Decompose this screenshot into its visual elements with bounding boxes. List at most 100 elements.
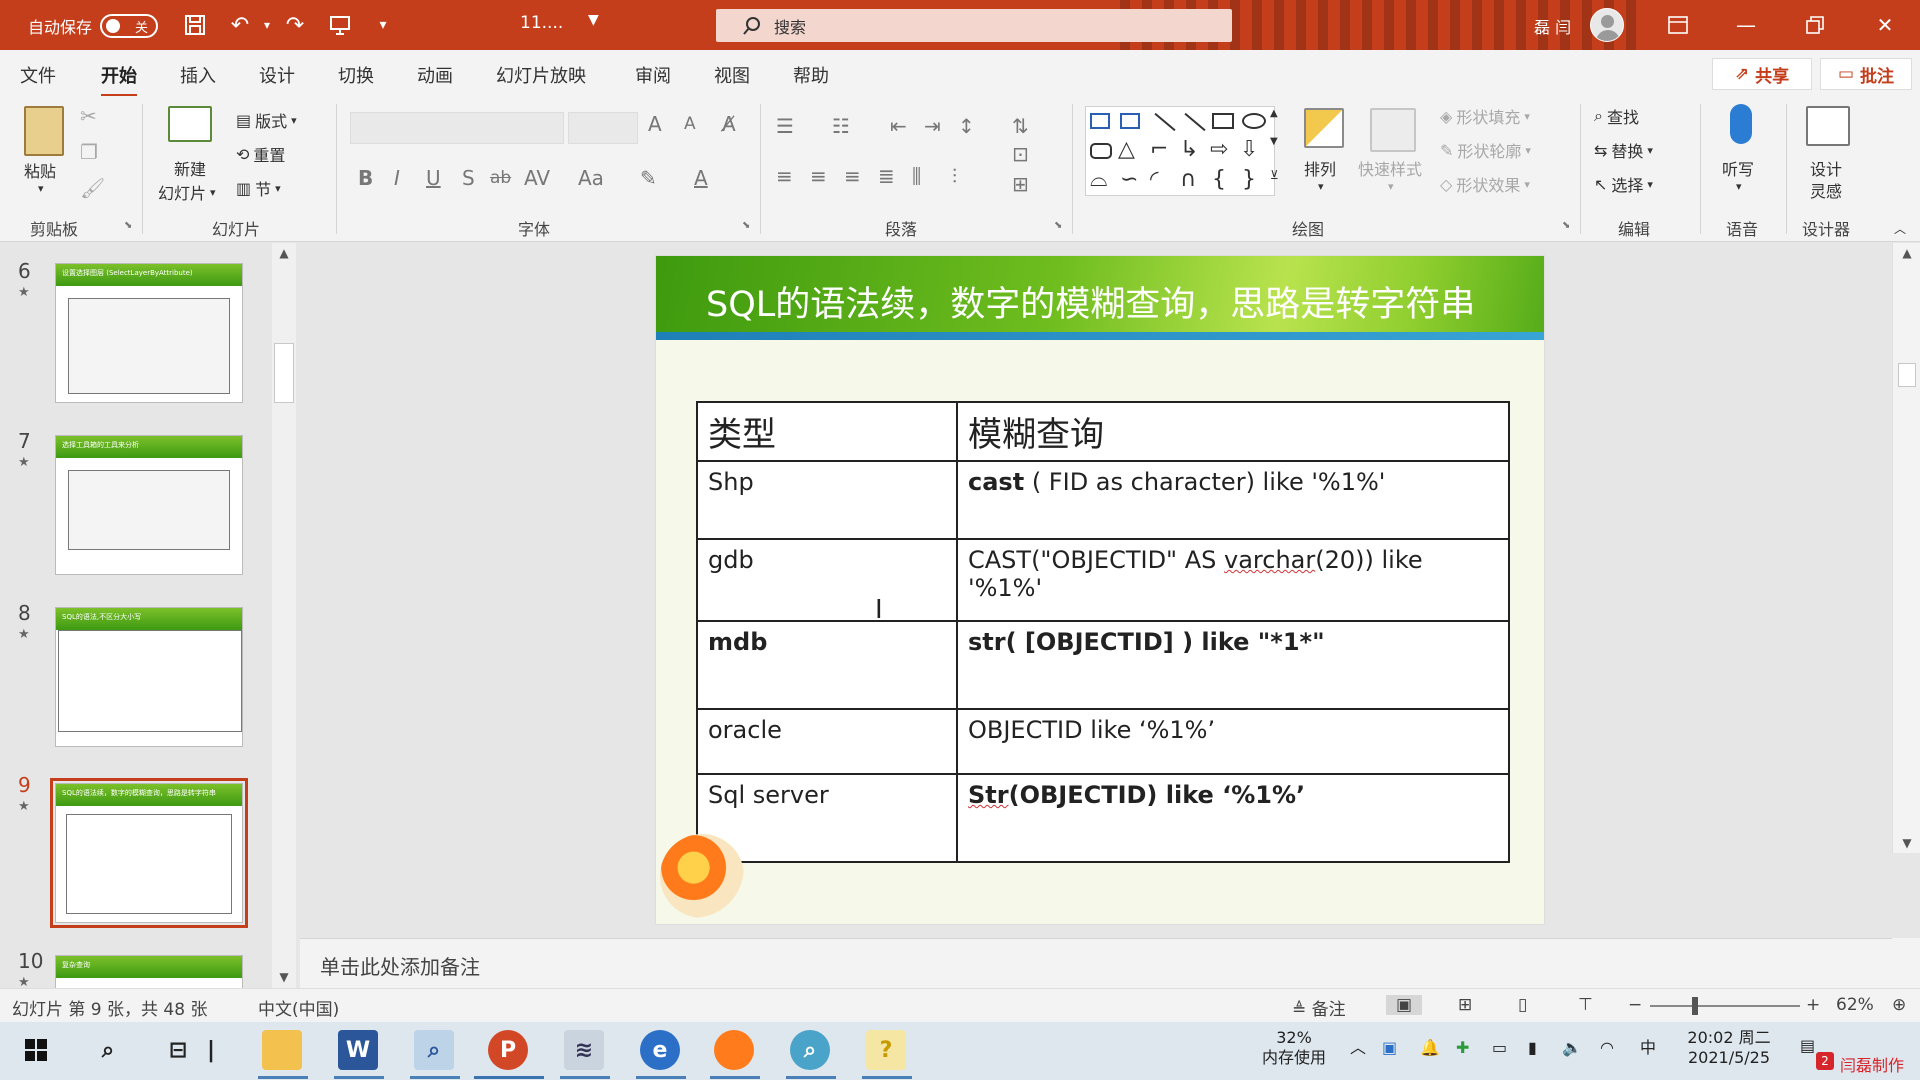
right-brace-shape-icon[interactable]: } (1242, 167, 1256, 192)
textbox-shape-icon[interactable] (1090, 113, 1110, 129)
undo-icon[interactable]: ↶ (225, 10, 255, 40)
tab-home[interactable]: 开始 (101, 62, 137, 97)
increase-font-icon[interactable]: A (648, 112, 662, 136)
arrange-button[interactable]: 排列 (1304, 156, 1336, 180)
user-name[interactable]: 磊 闫 (1534, 14, 1571, 38)
undo-dropdown-icon[interactable]: ▾ (252, 10, 282, 40)
tab-insert[interactable]: 插入 (180, 62, 216, 88)
new-slide-icon[interactable] (168, 106, 212, 142)
magnifier-icon[interactable]: ⌕ (414, 1030, 454, 1070)
slide-title[interactable]: SQL的语法续，数字的模糊查询，思路是转字符串 (706, 276, 1475, 327)
table-cell[interactable]: OBJECTID like ‘%1%’ (956, 708, 1510, 775)
align-right-icon[interactable]: ≡ (844, 164, 861, 188)
shape-effects-button[interactable]: ◇ 形状效果 ▾ (1440, 172, 1530, 196)
firefox-icon[interactable] (714, 1030, 754, 1070)
table-cell[interactable]: gdb (696, 538, 958, 622)
shape-outline-button[interactable]: ✎ 形状轮廓 ▾ (1440, 138, 1531, 162)
increase-indent-icon[interactable]: ⇥ (924, 114, 941, 138)
slide-thumbnail-9[interactable]: SQL的语法续，数字的模糊查询，思路是转字符串 (55, 783, 243, 923)
redo-icon[interactable]: ↷ (280, 10, 310, 40)
text-direction-icon[interactable]: ⇅ (1012, 114, 1029, 138)
decrease-indent-icon[interactable]: ⇤ (890, 114, 907, 138)
zoom-out-icon[interactable]: − (1628, 995, 1642, 1015)
design-ideas-button-line2[interactable]: 灵感 (1810, 178, 1842, 202)
elbow-connector-shape-icon[interactable]: ⌐ (1150, 137, 1168, 162)
align-center-icon[interactable]: ≡ (810, 164, 827, 188)
shadow-button[interactable]: S (462, 166, 475, 190)
reset-button[interactable]: ⟲ 重置 (236, 142, 285, 166)
zoom-level[interactable]: 62% (1836, 995, 1874, 1015)
quick-styles-button[interactable]: 快速样式 (1358, 156, 1422, 180)
scroll-down-icon[interactable]: ▼ (272, 967, 296, 987)
search-icon[interactable]: ⌕ (88, 1030, 128, 1070)
notes-placeholder[interactable]: 单击此处添加备注 (320, 951, 480, 980)
paste-icon[interactable] (24, 106, 64, 156)
arcmap-icon[interactable]: ≋ (564, 1030, 604, 1070)
slide-thumbnail-8[interactable]: SQL的语法,不区分大小写 (55, 607, 243, 747)
left-brace-shape-icon[interactable]: { (1212, 167, 1226, 192)
task-view-icon[interactable]: ⊟ (158, 1030, 198, 1070)
change-case-button[interactable]: Aa (578, 166, 604, 190)
tab-review[interactable]: 审阅 (635, 62, 671, 88)
present-from-start-icon[interactable] (325, 10, 355, 40)
highlight-icon[interactable]: ✎ (640, 166, 657, 190)
quick-styles-icon[interactable] (1370, 108, 1416, 152)
arrow-shape-icon[interactable] (1184, 112, 1206, 132)
numbering-icon[interactable]: ☷ (832, 114, 850, 138)
slide-sorter-icon[interactable]: ⊞ (1458, 995, 1472, 1015)
tab-animations[interactable]: 动画 (417, 62, 453, 88)
volume-icon[interactable]: 🔈 (1562, 1038, 1582, 1058)
minimize-icon[interactable]: — (1713, 0, 1779, 50)
sql-query-table[interactable]: 类型 模糊查询 Shp cast ( FID as character) lik… (696, 401, 1510, 863)
zoom-slider[interactable] (1650, 997, 1800, 1015)
scrollbar-thumb[interactable] (1898, 363, 1916, 387)
table-cell[interactable]: CAST("OBJECTID" AS varchar(20)) like '%1… (956, 538, 1510, 622)
rectangle-shape-icon[interactable] (1212, 113, 1234, 129)
scroll-up-icon[interactable]: ▲ (1895, 243, 1919, 263)
vertical-textbox-shape-icon[interactable] (1120, 113, 1140, 129)
tab-transitions[interactable]: 切换 (338, 62, 374, 88)
find-button[interactable]: ⌕ 查找 (1594, 104, 1639, 128)
show-hidden-icons-icon[interactable]: ︿ (1350, 1038, 1366, 1058)
char-spacing-button[interactable]: AV (524, 166, 550, 190)
autosave-toggle[interactable]: 关 (100, 14, 159, 38)
wifi-icon[interactable]: ◠ (1600, 1038, 1614, 1058)
autosave-control[interactable]: 自动保存 关 (28, 14, 159, 38)
memory-usage[interactable]: 32% 内存使用 (1262, 1028, 1326, 1068)
tab-file[interactable]: 文件 (20, 62, 56, 88)
close-icon[interactable]: ✕ (1852, 0, 1918, 50)
rounded-rectangle-shape-icon[interactable] (1090, 143, 1112, 159)
design-ideas-icon[interactable] (1806, 106, 1850, 146)
cut-icon[interactable]: ✂ (80, 104, 97, 128)
dictate-button[interactable]: 听写 (1722, 156, 1754, 180)
slide-scrollbar[interactable]: ▲ ▼ (1892, 243, 1920, 853)
collapse-ribbon-icon[interactable]: ︿ (1894, 220, 1906, 237)
columns-icon[interactable]: ⫶ (952, 164, 957, 188)
restore-icon[interactable] (1782, 0, 1848, 50)
thumbnail-scrollbar[interactable]: ▲ ▼ (272, 243, 296, 988)
font-color-icon[interactable]: A (694, 166, 708, 190)
help-icon[interactable]: ? (866, 1030, 906, 1070)
line-shape-icon[interactable] (1154, 112, 1176, 132)
decrease-font-icon[interactable]: A (684, 114, 696, 134)
customize-toolbar-icon[interactable]: ▾ (368, 10, 398, 40)
notes-toggle-button[interactable]: ≜ 备注 (1292, 995, 1346, 1020)
table-cell[interactable]: Sql server (696, 773, 958, 863)
browser-icon[interactable]: e (640, 1030, 680, 1070)
new-slide-dropdown[interactable]: 幻灯片 ▾ (158, 180, 216, 204)
curve-shape-icon[interactable]: ∩ (1180, 167, 1196, 192)
powerpoint-icon[interactable]: P (488, 1030, 528, 1070)
language-indicator[interactable]: 中文(中国) (258, 995, 339, 1020)
elbow-arrow-shape-icon[interactable]: ↳ (1180, 137, 1198, 162)
font-size-combo[interactable] (568, 112, 638, 144)
arrange-icon[interactable] (1304, 108, 1344, 148)
underline-button[interactable]: U (426, 166, 441, 190)
table-cell[interactable]: cast ( FID as character) like '%1%' (956, 460, 1510, 540)
shape-fill-button[interactable]: ◈ 形状填充 ▾ (1440, 104, 1530, 128)
down-arrow-shape-icon[interactable]: ⇩ (1240, 137, 1258, 162)
word-icon[interactable]: W (338, 1030, 378, 1070)
table-cell[interactable]: mdb (696, 620, 958, 710)
clock[interactable]: 20:02 周二 2021/5/25 (1674, 1028, 1784, 1068)
design-ideas-button[interactable]: 设计 (1810, 156, 1842, 180)
table-cell[interactable]: Str(OBJECTID) like ‘%1%’ (956, 773, 1510, 863)
